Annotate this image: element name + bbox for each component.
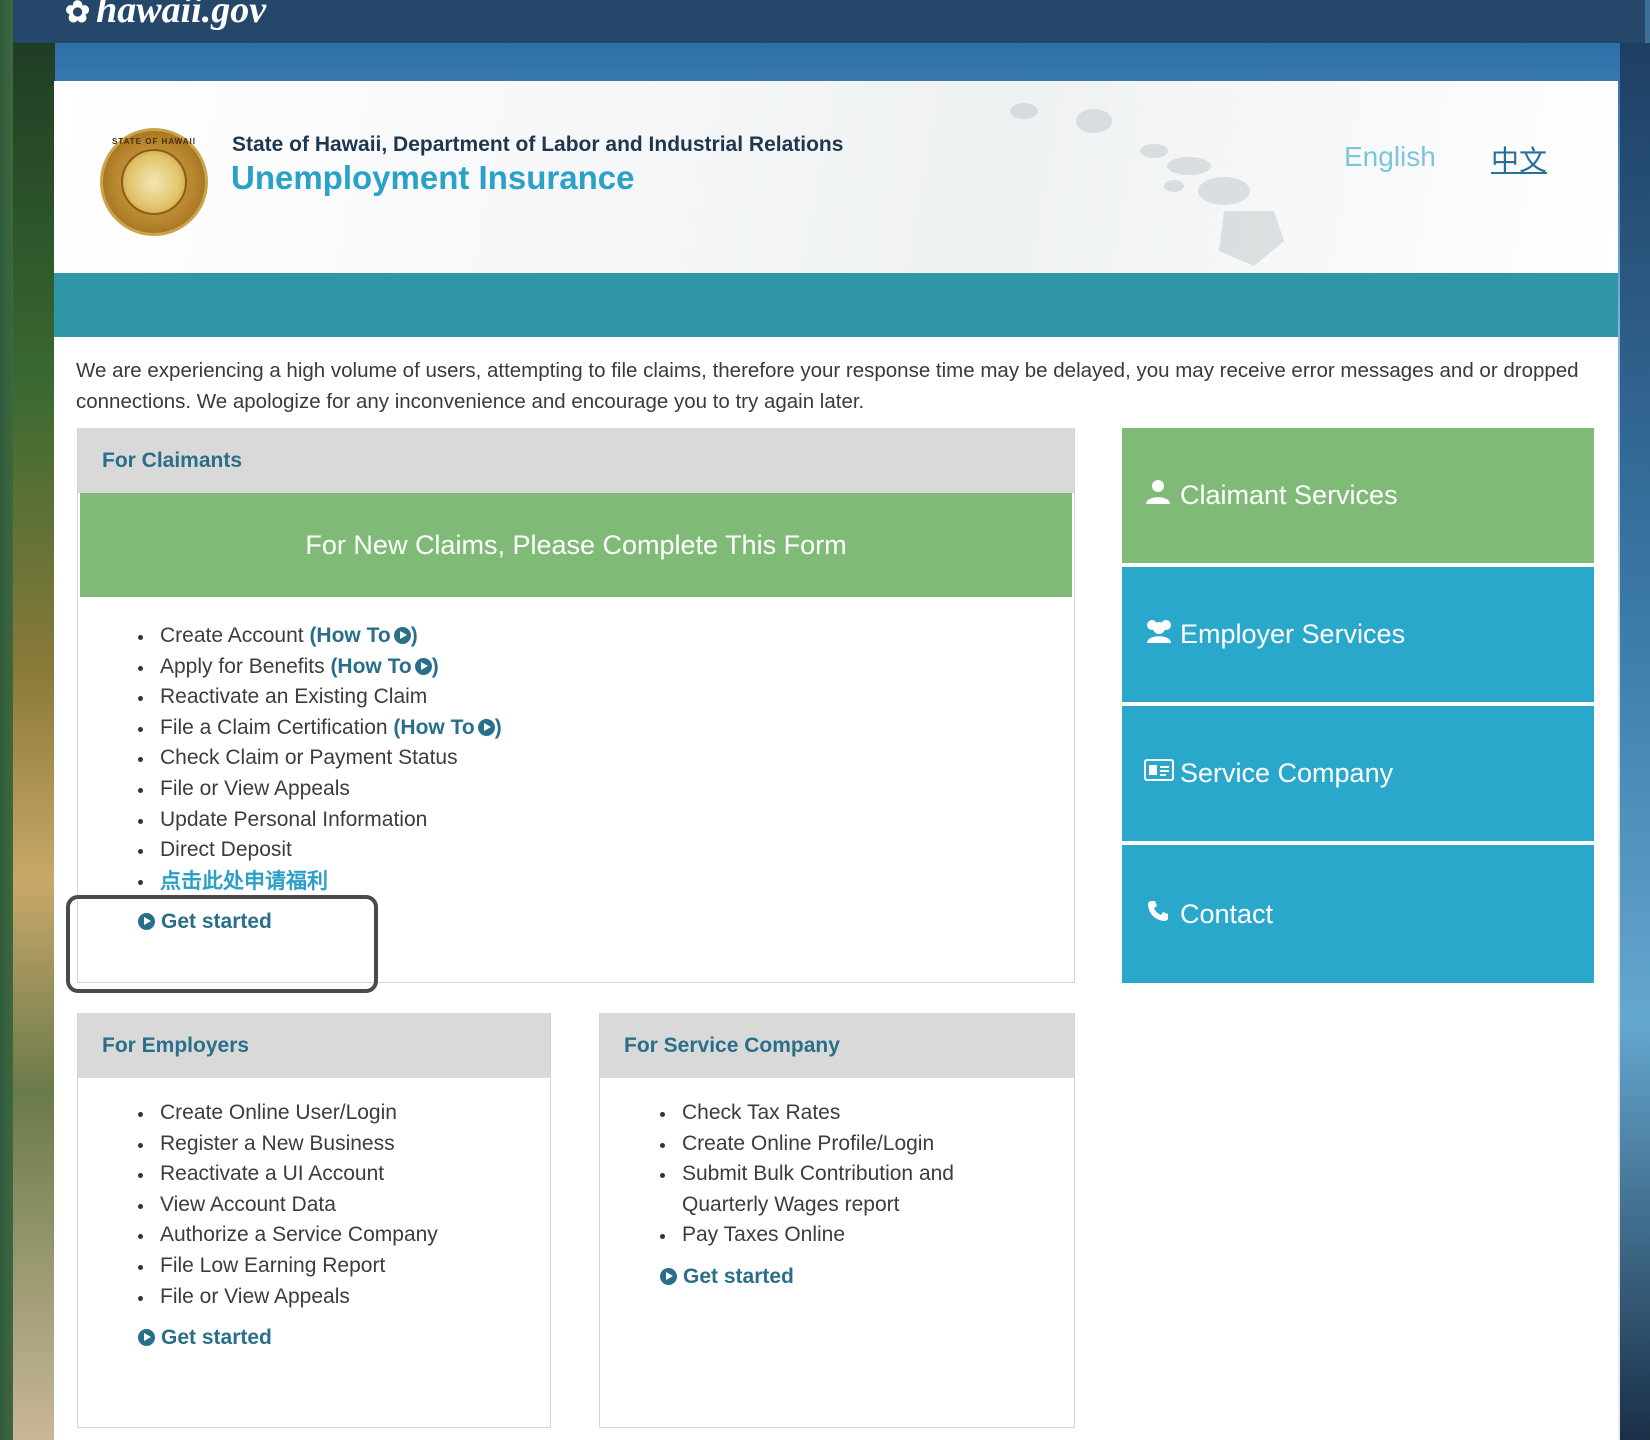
language-chinese-link[interactable]: 中文	[1491, 139, 1547, 179]
list-item[interactable]: View Account Data	[138, 1190, 550, 1221]
play-circle-icon	[477, 718, 495, 736]
how-to-link[interactable]: (How To)	[393, 716, 501, 739]
employers-get-started-link[interactable]: Get started	[138, 1326, 272, 1350]
how-to-link[interactable]: (How To)	[309, 624, 417, 647]
new-claims-banner[interactable]: For New Claims, Please Complete This For…	[80, 493, 1072, 597]
arrow-circle-right-icon	[660, 1267, 677, 1285]
list-item[interactable]: File or View Appeals	[138, 774, 1074, 805]
employer-services-tile[interactable]: Employer Services	[1122, 567, 1594, 702]
users-icon	[1144, 567, 1172, 702]
chinese-apply-link[interactable]: 点击此处申请福利	[138, 866, 1074, 897]
background-sea	[1620, 43, 1650, 1440]
claimant-services-tile[interactable]: Claimant Services	[1122, 428, 1594, 563]
background-palm	[13, 43, 55, 1440]
highlight-annotation	[66, 895, 378, 993]
list-item[interactable]: File a Claim Certification (How To)	[138, 713, 1074, 744]
list-item[interactable]: Reactivate an Existing Claim	[138, 682, 1074, 713]
hawaii-gov-logo[interactable]: ✿ hawaii.gov	[65, 0, 266, 32]
claimants-list: Create Account (How To) Apply for Benefi…	[78, 621, 1074, 896]
list-item[interactable]: Register a New Business	[138, 1129, 550, 1160]
hibiscus-icon: ✿	[65, 0, 91, 29]
list-item[interactable]: Check Tax Rates	[660, 1098, 1074, 1129]
phone-icon	[1144, 845, 1172, 983]
play-circle-icon	[393, 627, 411, 644]
list-item[interactable]: Check Claim or Payment Status	[138, 743, 1074, 774]
service-company-panel: For Service Company Check Tax Rates Crea…	[599, 1013, 1075, 1428]
list-item[interactable]: File Low Earning Report	[138, 1251, 550, 1282]
list-item[interactable]: Submit Bulk Contribution and Quarterly W…	[660, 1159, 990, 1220]
page-header: STATE OF HAWAII State of Hawaii, Departm…	[54, 81, 1618, 273]
list-item[interactable]: Authorize a Service Company	[138, 1220, 550, 1251]
service-company-heading: For Service Company	[600, 1014, 1074, 1078]
service-company-get-started-link[interactable]: Get started	[660, 1265, 794, 1289]
play-circle-icon	[414, 657, 432, 675]
arrow-circle-right-icon	[138, 1329, 155, 1347]
claimants-heading: For Claimants	[78, 429, 1074, 493]
how-to-link[interactable]: (How To)	[330, 655, 438, 678]
service-company-list: Check Tax Rates Create Online Profile/Lo…	[600, 1098, 1074, 1251]
list-item[interactable]: File or View Appeals	[138, 1282, 550, 1313]
nav-bar	[54, 273, 1618, 337]
hawaii-gov-topbar: ✿ hawaii.gov	[13, 0, 1645, 43]
employers-panel: For Employers Create Online User/Login R…	[77, 1013, 551, 1428]
language-english-link[interactable]: English	[1344, 141, 1436, 173]
page-container: STATE OF HAWAII State of Hawaii, Departm…	[54, 81, 1618, 1440]
service-company-tile[interactable]: Service Company	[1122, 706, 1594, 841]
page-title[interactable]: Unemployment Insurance	[231, 159, 634, 197]
list-item[interactable]: Reactivate a UI Account	[138, 1159, 550, 1190]
contact-tile[interactable]: Contact	[1122, 845, 1594, 983]
list-item[interactable]: Create Online Profile/Login	[660, 1129, 1074, 1160]
list-item[interactable]: Direct Deposit	[138, 835, 1074, 866]
id-card-icon	[1144, 706, 1174, 841]
employers-heading: For Employers	[78, 1014, 550, 1078]
department-name: State of Hawaii, Department of Labor and…	[232, 133, 844, 156]
list-item[interactable]: Apply for Benefits (How To)	[138, 652, 1074, 683]
notice-message: We are experiencing a high volume of use…	[76, 359, 1579, 413]
hawaii-islands-graphic	[1010, 103, 1284, 266]
list-item[interactable]: Create Online User/Login	[138, 1098, 550, 1129]
list-item[interactable]: Update Personal Information	[138, 805, 1074, 836]
list-item[interactable]: Pay Taxes Online	[660, 1220, 1074, 1251]
user-icon	[1144, 428, 1172, 563]
employers-list: Create Online User/Login Register a New …	[78, 1098, 550, 1312]
state-seal-icon: STATE OF HAWAII	[100, 128, 208, 236]
list-item[interactable]: Create Account (How To)	[138, 621, 1074, 652]
